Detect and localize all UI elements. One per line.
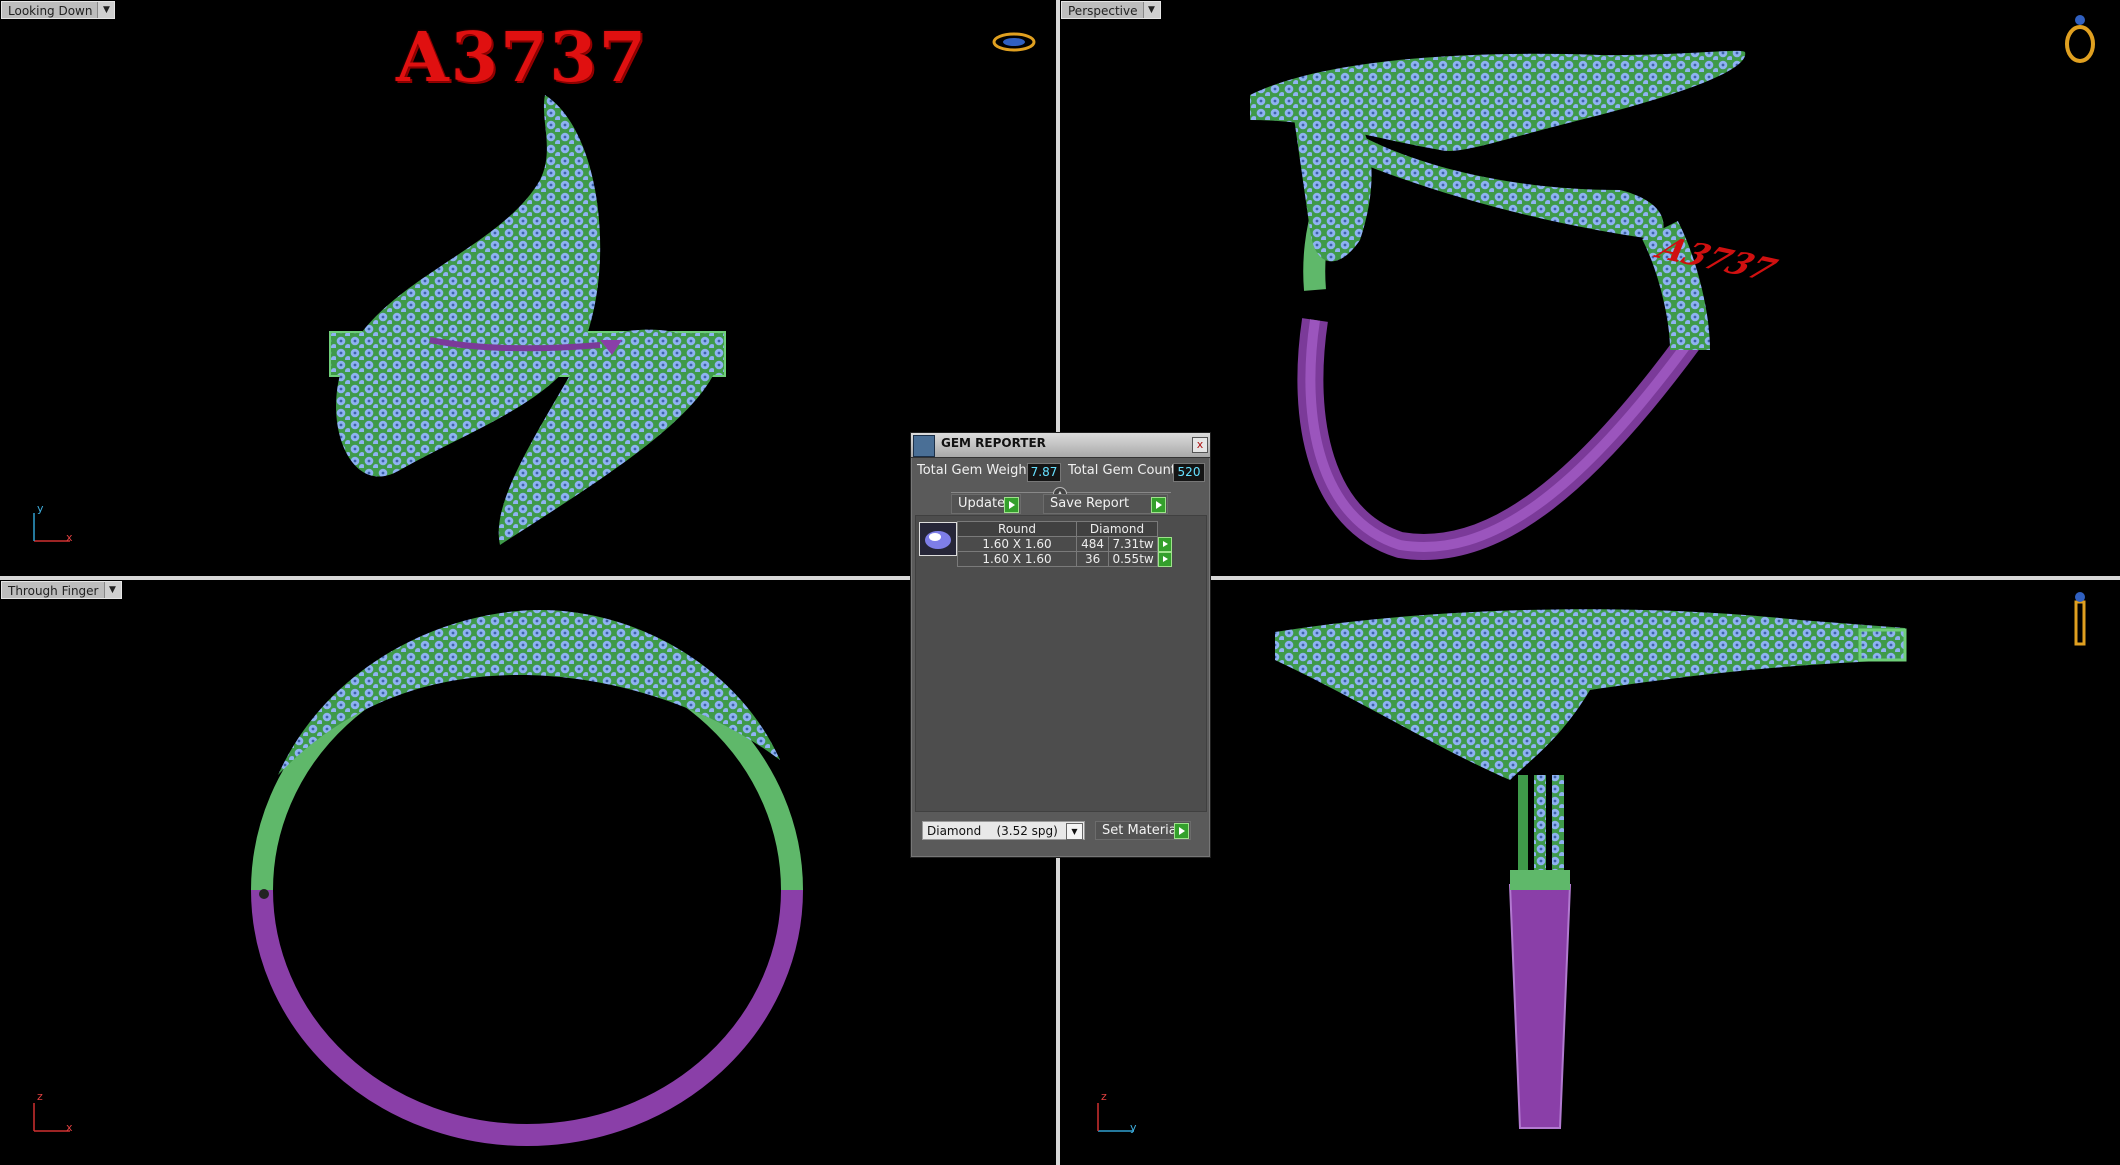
viewport-side[interactable]: z y (1060, 580, 2120, 1165)
update-label: Update (958, 496, 1006, 511)
axis-label-z: z (1101, 1090, 1107, 1103)
gem-reporter-titlebar[interactable]: GEM REPORTER x (911, 433, 1210, 458)
ring-orientation-icon (2074, 592, 2086, 646)
axis-label-z: z (37, 1090, 43, 1103)
viewport-mode-label: Perspective (1068, 4, 1138, 18)
gem-material-header: Diamond (1076, 521, 1158, 537)
gem-totals-row: Total Gem Weight 7.87 Total Gem Count 52… (917, 460, 1205, 484)
row-select-play-icon[interactable] (1158, 551, 1173, 567)
table-row[interactable]: 1.60 X 1.60 36 0.55tw (957, 551, 1173, 567)
axis-label-y: y (1130, 1121, 1137, 1134)
gem-reporter-title: GEM REPORTER (941, 436, 1046, 450)
gem-weight-cell: 0.55tw (1108, 551, 1158, 567)
close-button[interactable]: x (1192, 437, 1208, 453)
gem-reporter-app-icon (913, 435, 935, 457)
play-icon (1151, 497, 1166, 513)
total-gem-weight-value: 7.87 (1027, 463, 1061, 482)
gem-count-cell: 36 (1075, 551, 1110, 567)
play-icon (1004, 497, 1019, 513)
dropdown-arrow-icon: ▼ (103, 582, 121, 598)
total-gem-weight-label: Total Gem Weight (917, 463, 1032, 478)
axis-label-y: y (37, 502, 44, 515)
axis-label-x: x (66, 1121, 73, 1134)
viewport-mode-select-through-finger[interactable]: Through Finger ▼ (1, 581, 122, 599)
total-gem-count-label: Total Gem Count (1068, 463, 1176, 478)
viewport-looking-down[interactable]: A3737 y x (0, 0, 1056, 576)
viewport-perspective[interactable]: Perspective ▼ A3737 (1060, 0, 2120, 576)
dropdown-arrow-icon: ▼ (97, 2, 115, 18)
gem-count-cell: 484 (1075, 536, 1110, 552)
viewport-mode-label: Looking Down (8, 4, 93, 18)
play-icon (1174, 823, 1189, 839)
ring-orientation-icon (992, 32, 1036, 52)
row-select-play-icon[interactable] (1158, 536, 1172, 552)
axis-label-x: x (66, 531, 73, 544)
material-select-value: Diamond (3.52 spg) (927, 824, 1058, 838)
gem-list[interactable]: Round Diamond 1.60 X 1.60 484 7.31tw 1.6… (915, 515, 1207, 812)
gem-size-cell: 1.60 X 1.60 (957, 551, 1077, 567)
gem-icon (919, 522, 957, 556)
viewport-through-finger[interactable]: Through Finger ▼ z x (0, 580, 1056, 1165)
close-icon: x (1196, 438, 1204, 451)
ring-front-view (251, 610, 803, 1146)
gem-weight-cell: 7.31tw (1108, 536, 1158, 552)
dropdown-arrow-icon: ▼ (1066, 823, 1083, 840)
update-button[interactable]: Update (951, 494, 1021, 514)
dropdown-arrow-icon: ▼ (1142, 2, 1160, 18)
gem-shape-header: Round (957, 521, 1077, 537)
total-gem-count-value: 520 (1173, 463, 1205, 482)
viewport-mode-select-looking-down[interactable]: Looking Down ▼ (1, 1, 116, 19)
set-material-label: Set Material (1102, 823, 1181, 838)
ring-perspective-view (1250, 50, 1746, 560)
viewport-mode-select-perspective[interactable]: Perspective ▼ (1061, 1, 1161, 19)
material-select[interactable]: Diamond (3.52 spg) ▼ (922, 821, 1085, 840)
gem-size-cell: 1.60 X 1.60 (957, 536, 1077, 552)
table-row[interactable]: 1.60 X 1.60 484 7.31tw (957, 536, 1173, 552)
ring-orientation-icon (2065, 15, 2095, 63)
gem-table: Round Diamond 1.60 X 1.60 484 7.31tw 1.6… (957, 521, 1173, 567)
viewport-mode-label: Through Finger (8, 584, 99, 598)
save-report-label: Save Report (1050, 496, 1130, 511)
gem-reporter-panel[interactable]: GEM REPORTER x Total Gem Weight 7.87 Tot… (910, 432, 1211, 858)
ring-side-view (1275, 609, 1907, 1129)
save-report-button[interactable]: Save Report (1043, 494, 1168, 514)
model-title: A3737 (396, 18, 649, 98)
set-material-button[interactable]: Set Material (1095, 821, 1191, 840)
